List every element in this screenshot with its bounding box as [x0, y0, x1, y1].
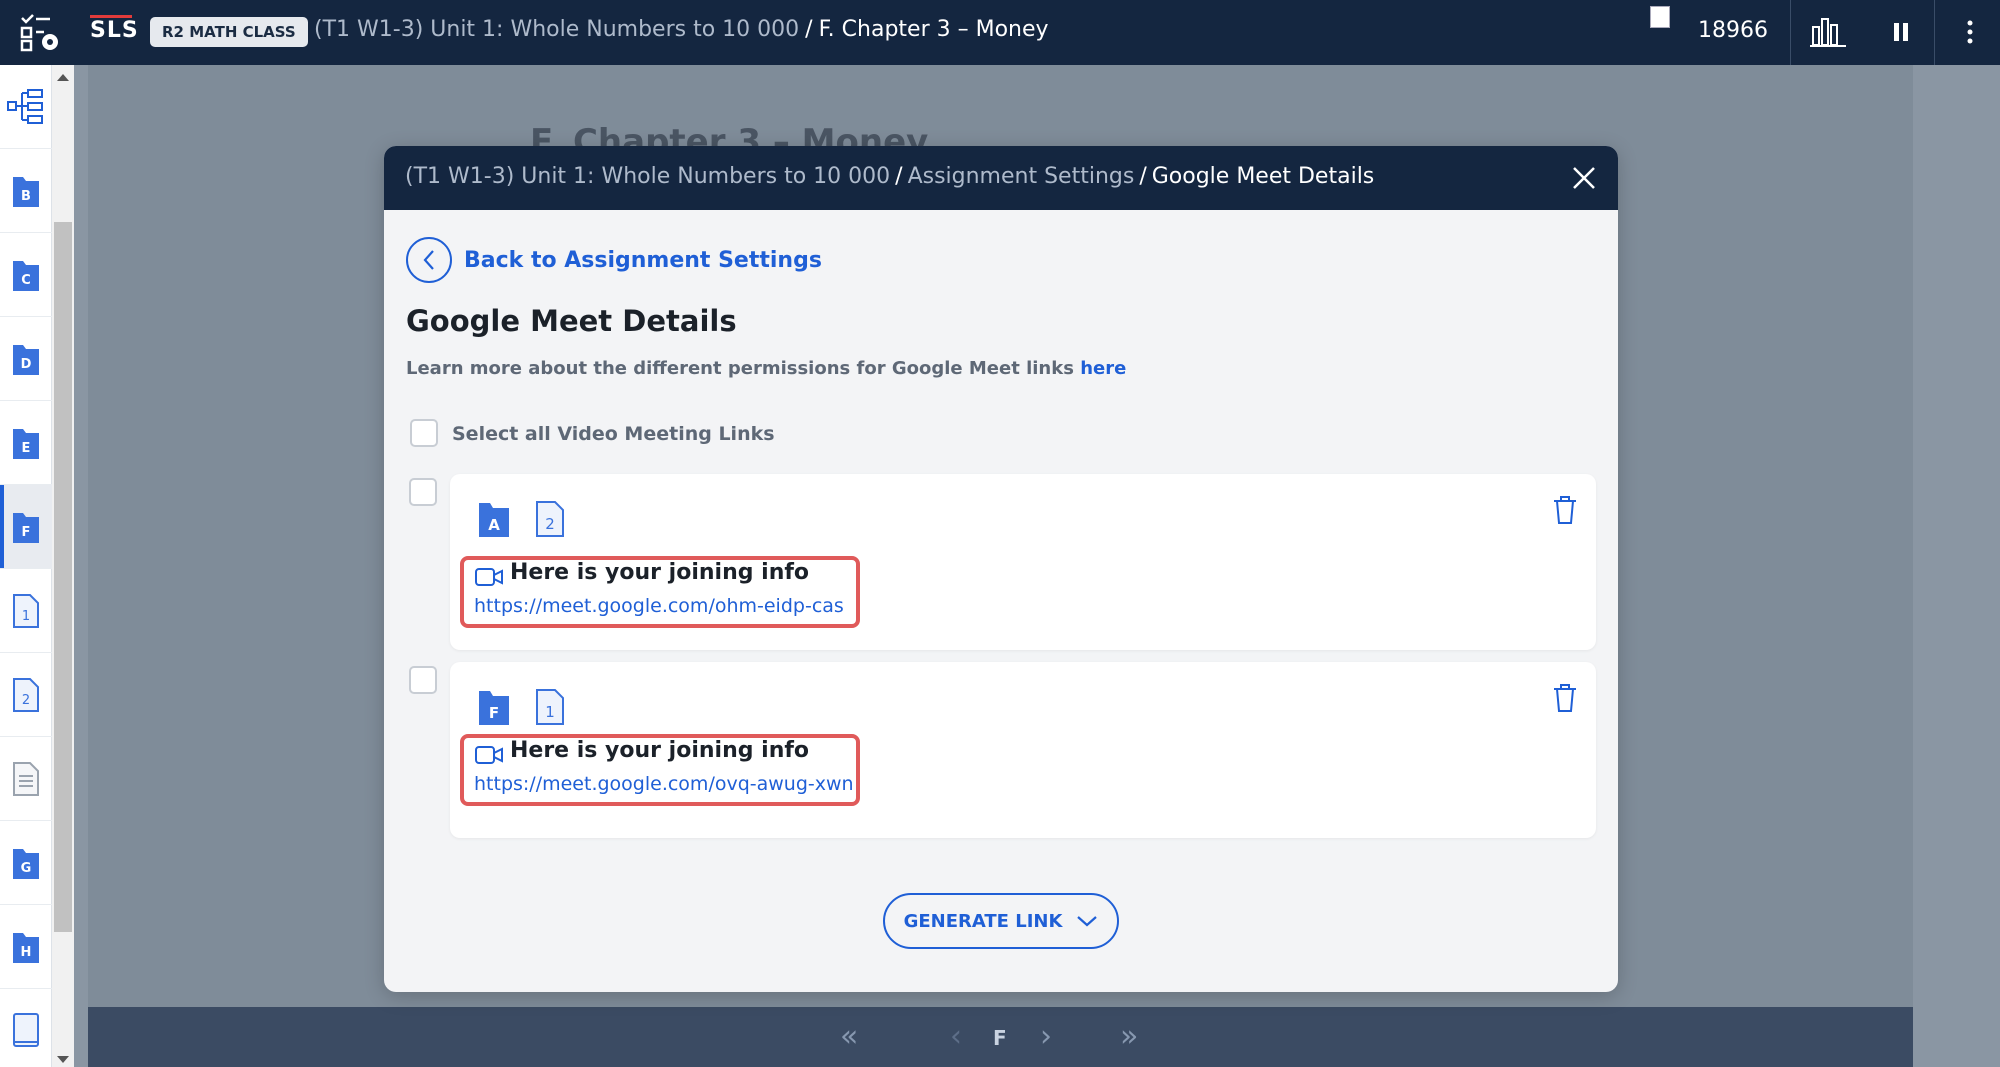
learn-more-text: Learn more about the different permissio… — [406, 358, 1126, 379]
sidebar-item-doc[interactable] — [0, 737, 52, 821]
folder-icon: F — [13, 512, 39, 543]
breadcrumb-separator: / — [1139, 164, 1147, 189]
broken-image-icon — [1650, 6, 1670, 28]
generate-link-label: GENERATE LINK — [903, 910, 1063, 932]
svg-text:H: H — [21, 945, 32, 960]
sidebar-item-1[interactable]: 1 — [0, 569, 52, 653]
trash-icon[interactable] — [1550, 494, 1580, 526]
modal-breadcrumb-settings[interactable]: Assignment Settings — [908, 164, 1135, 189]
video-camera-icon — [475, 746, 503, 764]
breadcrumb-current: F. Chapter 3 – Money — [818, 17, 1049, 42]
generate-link-button[interactable]: GENERATE LINK — [883, 893, 1119, 949]
modal-breadcrumb: (T1 W1-3) Unit 1: Whole Numbers to 10 00… — [405, 164, 1374, 189]
prev-page-icon[interactable]: ‹ — [950, 1019, 962, 1054]
more-vert-icon[interactable] — [1950, 12, 1990, 52]
sidebar-item-g[interactable]: G — [0, 821, 52, 905]
scroll-down-arrow[interactable] — [57, 1056, 69, 1063]
page-title: Google Meet Details — [406, 304, 737, 338]
svg-text:C: C — [21, 273, 31, 288]
top-bar: SLS R2 MATH CLASS (T1 W1-3) Unit 1: Whol… — [0, 0, 2000, 65]
folder-icon: H — [13, 932, 39, 963]
page-icon: 2 — [13, 677, 39, 712]
meeting-checkbox[interactable] — [409, 666, 437, 694]
left-sidebar: B C D E F 1 2 G H — [0, 65, 52, 1067]
joining-info-title: Here is your joining info — [510, 738, 810, 763]
breadcrumb-parent[interactable]: (T1 W1-3) Unit 1: Whole Numbers to 10 00… — [314, 17, 799, 42]
learn-more-link[interactable]: here — [1080, 358, 1126, 379]
task-tools-icon[interactable] — [20, 14, 60, 52]
sidebar-item-h[interactable]: H — [0, 905, 52, 989]
modal-breadcrumb-unit[interactable]: (T1 W1-3) Unit 1: Whole Numbers to 10 00… — [405, 164, 890, 189]
folder-icon: D — [13, 344, 39, 375]
folder-icon: A — [479, 503, 509, 537]
svg-text:2: 2 — [545, 515, 555, 533]
svg-text:F: F — [22, 525, 31, 540]
page-icon: 1 — [13, 593, 39, 628]
back-button-label: Back to Assignment Settings — [464, 247, 822, 273]
page-icon: 2 — [536, 501, 564, 537]
chevron-left-icon — [406, 237, 452, 283]
folder-icon: C — [13, 260, 39, 291]
current-page-label: F — [993, 1026, 1007, 1050]
pause-icon[interactable] — [1881, 12, 1921, 52]
next-page-icon[interactable]: › — [1040, 1019, 1052, 1054]
meet-link[interactable]: https://meet.google.com/ovq-awug-xwn — [474, 773, 854, 795]
sidebar-item-e[interactable]: E — [0, 401, 52, 485]
svg-text:E: E — [22, 441, 31, 456]
breadcrumb-separator: / — [805, 17, 813, 42]
chevron-down-icon — [1077, 916, 1098, 927]
tree-view-icon[interactable] — [0, 65, 52, 149]
select-all-label: Select all Video Meeting Links — [452, 423, 775, 445]
breadcrumb: (T1 W1-3) Unit 1: Whole Numbers to 10 00… — [314, 17, 1049, 42]
svg-text:B: B — [21, 189, 31, 204]
sidebar-item-c[interactable]: C — [0, 233, 52, 317]
breadcrumb-separator: / — [895, 164, 903, 189]
trash-icon[interactable] — [1550, 682, 1580, 714]
stats-icon[interactable] — [1808, 12, 1848, 52]
points-count: 18966 — [1698, 18, 1768, 43]
learn-more-label: Learn more about the different permissio… — [406, 358, 1074, 379]
meeting-link-card: A 2 Here is your joining info https://me… — [450, 474, 1596, 650]
folder-icon: B — [13, 176, 39, 207]
background-margin — [1913, 65, 2000, 1067]
sidebar-item-book[interactable] — [0, 989, 52, 1067]
folder-icon: G — [13, 848, 39, 879]
svg-text:G: G — [21, 861, 32, 876]
select-all-checkbox[interactable] — [410, 419, 438, 447]
divider — [1934, 0, 1935, 65]
back-to-settings-button[interactable]: Back to Assignment Settings — [406, 237, 822, 283]
meet-link[interactable]: https://meet.google.com/ohm-eidp-cas — [474, 595, 844, 617]
meeting-checkbox[interactable] — [409, 478, 437, 506]
svg-text:1: 1 — [22, 609, 30, 624]
divider — [1790, 0, 1791, 65]
book-icon — [13, 1012, 39, 1047]
close-icon[interactable] — [1568, 162, 1600, 194]
scroll-up-arrow[interactable] — [57, 74, 69, 81]
sls-logo[interactable]: SLS — [90, 15, 139, 43]
folder-icon: F — [479, 691, 509, 725]
video-camera-icon — [475, 568, 503, 586]
sidebar-item-d[interactable]: D — [0, 317, 52, 401]
first-page-icon[interactable]: « — [840, 1019, 858, 1054]
class-badge: R2 MATH CLASS — [150, 17, 308, 47]
sidebar-item-2[interactable]: 2 — [0, 653, 52, 737]
sidebar-item-f[interactable]: F — [0, 485, 52, 569]
joining-info-title: Here is your joining info — [510, 560, 810, 585]
folder-icon: E — [13, 428, 39, 459]
svg-text:2: 2 — [22, 693, 30, 708]
google-meet-modal: (T1 W1-3) Unit 1: Whole Numbers to 10 00… — [384, 146, 1618, 992]
svg-text:A: A — [488, 516, 500, 534]
modal-breadcrumb-current: Google Meet Details — [1151, 164, 1375, 189]
modal-header: (T1 W1-3) Unit 1: Whole Numbers to 10 00… — [384, 146, 1618, 210]
meeting-link-card: F 1 Here is your joining info https://me… — [450, 662, 1596, 838]
page-icon: 1 — [536, 689, 564, 725]
svg-text:D: D — [21, 357, 32, 372]
doc-icon — [13, 761, 39, 796]
svg-text:F: F — [489, 704, 499, 722]
last-page-icon[interactable]: » — [1120, 1019, 1138, 1054]
svg-text:1: 1 — [545, 703, 555, 721]
sidebar-item-b[interactable]: B — [0, 149, 52, 233]
sidebar-scroll-thumb[interactable] — [54, 222, 72, 932]
